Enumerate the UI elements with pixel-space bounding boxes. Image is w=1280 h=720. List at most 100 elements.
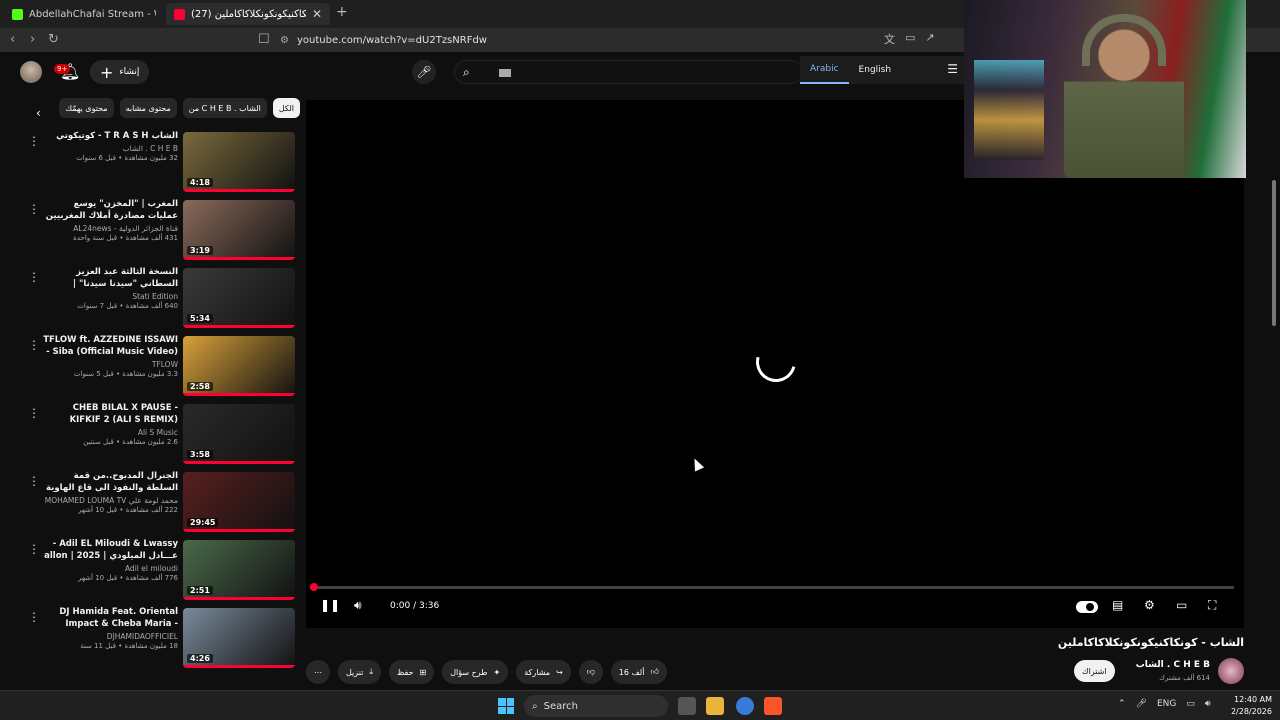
recommendation-channel[interactable]: Ali S Music (42, 428, 178, 437)
video-player[interactable]: ❚❚ 🔊︎ 0:00 / 3:36 ▤ ⚙ ▭ ⛶ (306, 100, 1244, 628)
recommendation-thumbnail[interactable]: 5:34 (183, 268, 295, 328)
download-button[interactable]: تنزيل ⤓ (338, 660, 381, 684)
more-options-icon[interactable]: ⋮ (28, 406, 40, 420)
network-icon[interactable]: ▭ (1186, 699, 1195, 709)
recommendation-channel[interactable]: Adil el miloudi (42, 564, 178, 573)
recommendation-thumbnail[interactable]: 29:45 (183, 472, 295, 532)
browser-tab-kick[interactable]: AbdellahChafai Stream - Watch Live o (4, 3, 164, 25)
language-option-arabic[interactable]: Arabic (800, 56, 849, 84)
recommendation-item[interactable]: ⋮ DJ Hamida Feat. Oriental Impact & Cheba… (20, 606, 300, 670)
ask-label: طرح سؤال (450, 667, 488, 677)
bookmark-icon[interactable]: ☐ (258, 32, 270, 47)
recommendation-title[interactable]: النسخة الثالثة عبد العزيز السطاني "سيدنا… (42, 266, 178, 290)
watched-bar (183, 597, 295, 600)
windows-start-icon[interactable] (498, 698, 514, 714)
more-options-icon[interactable]: ⋮ (28, 474, 40, 488)
address-bar[interactable]: ⚙ youtube.com/watch?v=dU2TzsNRFdw (280, 31, 880, 49)
recommendation-channel[interactable]: TFLOW (42, 360, 178, 369)
recommendation-thumbnail[interactable]: 2:58 (183, 336, 295, 396)
recommendation-title[interactable]: الجنرال المدبوح..من قمة السلطة والنفوذ ا… (42, 470, 178, 494)
input-language[interactable]: ENG (1157, 699, 1176, 709)
brave-browser-icon[interactable] (764, 697, 782, 715)
fullscreen-icon[interactable]: ⛶ (1208, 598, 1216, 613)
tray-overflow-icon[interactable]: ⌃ (1118, 699, 1126, 709)
recommendation-title[interactable]: CHEB BILAL X PAUSE - KIFKIF 2 (ALI S REM… (42, 402, 178, 426)
recommendation-thumbnail[interactable]: 2:51 (183, 540, 295, 600)
channel-avatar[interactable] (1218, 658, 1244, 684)
ask-button[interactable]: طرح سؤال ✦ (442, 660, 509, 684)
volume-icon[interactable]: 🔊︎ (1205, 699, 1211, 709)
voice-search-mic-icon[interactable]: 🎤︎ (412, 60, 436, 84)
more-options-icon[interactable]: ⋮ (28, 542, 40, 556)
like-button[interactable]: 16 ألف 👍︎ (610, 660, 667, 684)
progress-bar[interactable] (310, 583, 1234, 591)
create-button[interactable]: + إنشاء (90, 60, 150, 84)
more-options-icon[interactable]: ⋮ (28, 338, 40, 352)
more-options-icon[interactable]: ⋮ (28, 270, 40, 284)
chip-for-you[interactable]: محتوى يهمّك (59, 98, 114, 118)
search-icon[interactable]: ⌕ (463, 65, 470, 80)
subscribe-button[interactable]: اشتراك (1074, 660, 1115, 682)
save-button[interactable]: حفظ ⊞ (388, 660, 435, 684)
share-icon[interactable]: ↗ (925, 31, 934, 47)
recommendation-title[interactable]: DJ Hamida Feat. Oriental Impact & Cheba … (42, 606, 178, 630)
app-icon[interactable] (736, 697, 754, 715)
recommendation-channel[interactable]: Stati Edition (42, 292, 178, 301)
cast-icon[interactable]: ▭ (905, 31, 915, 47)
microphone-icon[interactable]: 🎤︎ (1136, 699, 1147, 709)
dislike-icon[interactable]: 👎︎ (578, 660, 603, 684)
recommendation-title[interactable]: المغرب | "المخزن" يوسع عمليات مصادرة أمل… (42, 198, 178, 222)
recommendation-thumbnail[interactable]: 4:18 (183, 132, 295, 192)
more-options-icon[interactable]: ⋮ (28, 610, 40, 624)
more-actions-icon[interactable]: ⋯ (306, 660, 330, 684)
settings-gear-icon[interactable]: ⚙ (1144, 598, 1155, 612)
browser-tab-youtube[interactable]: (27) الشاب - كونكاكنيكونكونكلاكاكاملين ✕ (166, 3, 330, 25)
close-tab-icon[interactable]: ✕ (312, 7, 322, 21)
account-avatar[interactable] (20, 61, 42, 83)
recommendation-item[interactable]: ⋮ المغرب | "المخزن" يوسع عمليات مصادرة أم… (20, 198, 300, 262)
more-options-icon[interactable]: ⋮ (28, 134, 40, 148)
recommendation-item[interactable]: ⋮ الشاب T R A S H - كوتيكوتي C H E B . الش… (20, 130, 300, 194)
recommendation-item[interactable]: ⋮ TFLOW ft. AZZEDINE ISSAWI - Siba (Offic… (20, 334, 300, 398)
file-explorer-icon[interactable] (706, 697, 724, 715)
chip-from-channel[interactable]: من C H E B . الشاب (182, 98, 267, 118)
task-view-icon[interactable] (678, 697, 696, 715)
taskbar-search[interactable]: ⌕ Search (524, 695, 668, 717)
recommendation-title[interactable]: TFLOW ft. AZZEDINE ISSAWI - Siba (Offici… (42, 334, 178, 358)
search-input[interactable]: ⌕ (454, 60, 804, 84)
recommendation-item[interactable]: ⋮ الجنرال المدبوح..من قمة السلطة والنفوذ … (20, 470, 300, 534)
back-icon[interactable]: ‹ (10, 32, 15, 47)
recommendation-title[interactable]: الشاب T R A S H - كوتيكوتي (42, 130, 178, 142)
translate-icon[interactable]: 文 (884, 31, 895, 47)
captions-icon[interactable]: ▤ (1112, 598, 1123, 612)
menu-icon[interactable]: ☰ (947, 62, 958, 76)
channel-name[interactable]: C H E B . الشاب (1136, 660, 1210, 670)
site-info-icon[interactable]: ⚙ (280, 35, 289, 46)
recommendation-thumbnail[interactable]: 4:26 (183, 608, 295, 668)
recommendation-thumbnail[interactable]: 3:19 (183, 200, 295, 260)
recommendation-channel[interactable]: محمد لومة علي MOHAMED LOUMA TV (42, 496, 178, 505)
autoplay-toggle[interactable] (1076, 601, 1098, 613)
recommendation-channel[interactable]: C H E B . الشاب (42, 144, 178, 153)
recommendation-thumbnail[interactable]: 3:58 (183, 404, 295, 464)
recommendation-item[interactable]: ⋮ CHEB BILAL X PAUSE - KIFKIF 2 (ALI S RE… (20, 402, 300, 466)
recommendation-title[interactable]: Adil EL Miloudi & Lwassy - عـــادل الميل… (42, 538, 178, 562)
recommendation-channel[interactable]: قناة الجزائر الدولية - AL24news (42, 224, 178, 233)
chip-related[interactable]: محتوى مشابه (119, 98, 177, 118)
recommendation-item[interactable]: ⋮ Adil EL Miloudi & Lwassy - عـــادل المي… (20, 538, 300, 602)
reload-icon[interactable]: ↻ (48, 32, 59, 47)
pause-icon[interactable]: ❚❚ (320, 598, 340, 612)
new-tab-button[interactable]: + (336, 4, 348, 20)
share-button[interactable]: مشاركة ↪ (516, 660, 571, 684)
progress-scrubber[interactable] (310, 583, 318, 591)
theater-mode-icon[interactable]: ▭ (1176, 598, 1187, 612)
chip-all[interactable]: الكل (272, 98, 300, 118)
forward-icon[interactable]: › (30, 32, 35, 47)
system-clock[interactable]: 12:40 AM 2/28/2026 (1228, 694, 1272, 718)
recommendation-channel[interactable]: DJHAMIDAOFFICIEL (42, 632, 178, 641)
page-scrollbar[interactable] (1272, 180, 1276, 326)
language-option-english[interactable]: English (849, 56, 902, 84)
more-options-icon[interactable]: ⋮ (28, 202, 40, 216)
volume-icon[interactable]: 🔊︎ (354, 598, 362, 613)
recommendation-item[interactable]: ⋮ النسخة الثالثة عبد العزيز السطاني "سيدن… (20, 266, 300, 330)
